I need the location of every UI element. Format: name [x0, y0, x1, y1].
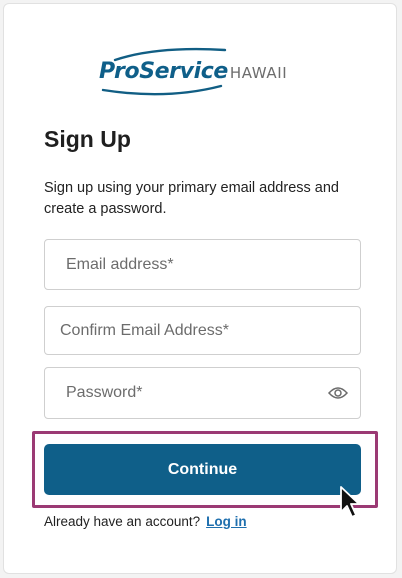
login-prompt-text: Already have an account? [44, 514, 201, 529]
email-field[interactable]: Email address* [44, 239, 361, 290]
email-placeholder: Email address* [66, 255, 174, 273]
proservice-hawaii-logo: ProService HAWAII [97, 46, 321, 104]
login-prompt: Already have an account? Log in [44, 514, 247, 529]
eye-icon[interactable] [328, 386, 348, 400]
page-title: Sign Up [44, 126, 131, 152]
confirm-email-placeholder: Confirm Email Address* [60, 321, 229, 339]
page-subtitle: Sign up using your primary email address… [44, 180, 339, 217]
login-link[interactable]: Log in [206, 514, 247, 529]
password-placeholder: Password* [66, 384, 143, 401]
logo-wordmark: ProService HAWAII [99, 59, 287, 84]
password-field[interactable]: Password* [44, 367, 361, 419]
confirm-email-field[interactable]: Confirm Email Address* [44, 306, 361, 355]
mouse-pointer-icon [340, 486, 360, 518]
logo-brand-primary: ProService [99, 59, 228, 84]
logo-brand-secondary: HAWAII [229, 64, 288, 82]
continue-button[interactable]: Continue [44, 444, 361, 495]
